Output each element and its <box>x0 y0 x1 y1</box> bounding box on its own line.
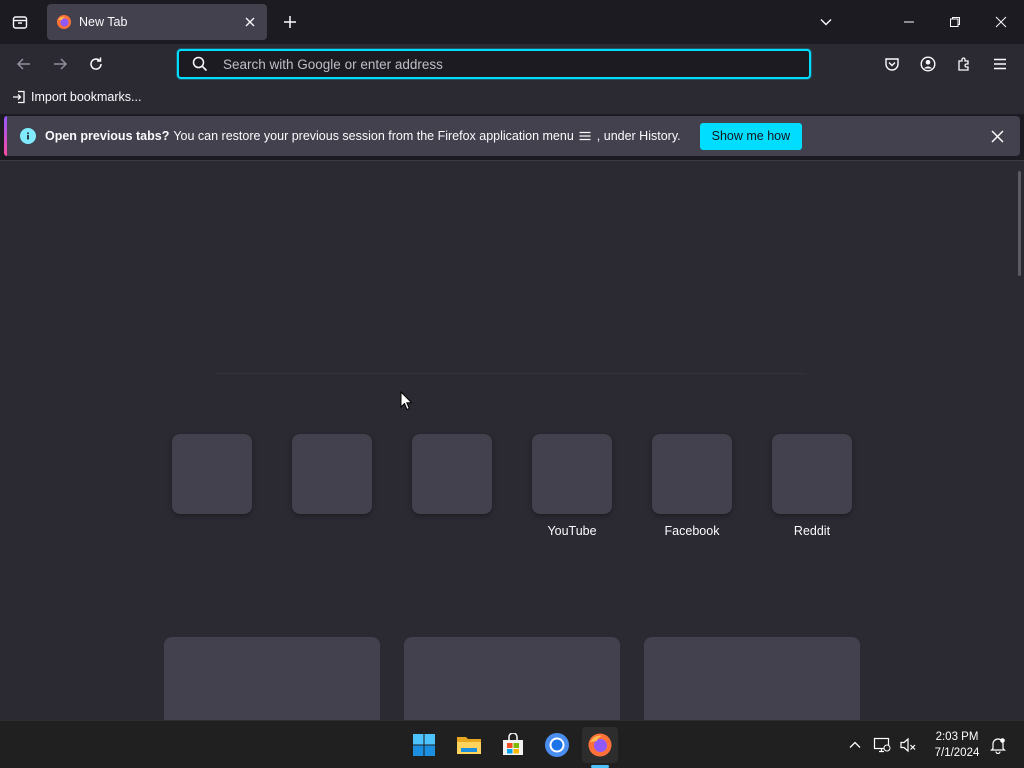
arrow-left-icon <box>16 58 30 70</box>
top-site-tile[interactable] <box>412 434 492 514</box>
tab-new-tab[interactable]: New Tab <box>47 4 267 40</box>
arrow-right-icon <box>54 58 68 70</box>
top-site-facebook[interactable]: Facebook <box>652 434 732 540</box>
pocket-icon <box>885 58 899 71</box>
top-site-1[interactable] <box>172 434 252 540</box>
chevron-up-icon <box>849 741 861 748</box>
top-site-label: Reddit <box>793 524 831 538</box>
start-button[interactable] <box>406 727 442 763</box>
top-site-label <box>172 524 252 540</box>
top-site-label: Facebook <box>664 524 720 538</box>
import-bookmarks-label: Import bookmarks... <box>31 90 142 104</box>
bookmarks-toolbar: Import bookmarks... <box>0 84 1024 114</box>
firefox-view-button[interactable] <box>6 8 34 36</box>
notification-title: Open previous tabs? <box>45 129 170 143</box>
notification-accent <box>4 116 7 156</box>
forward-button[interactable] <box>46 50 74 78</box>
top-site-tile[interactable] <box>652 434 732 514</box>
new-tab-button[interactable] <box>279 11 301 33</box>
reload-button[interactable] <box>82 50 110 78</box>
top-site-label <box>412 524 492 540</box>
account-icon <box>920 56 936 72</box>
info-icon <box>20 128 36 144</box>
reload-icon <box>90 57 102 70</box>
top-site-label <box>292 524 372 540</box>
top-site-3[interactable] <box>412 434 492 540</box>
top-site-tile[interactable] <box>172 434 252 514</box>
top-site-tile[interactable] <box>292 434 372 514</box>
chrome-button[interactable] <box>539 727 575 763</box>
story-card[interactable] <box>644 637 860 720</box>
puzzle-icon <box>958 57 969 71</box>
import-icon <box>13 90 25 104</box>
account-button[interactable] <box>914 50 942 78</box>
notifications-button[interactable] <box>988 735 1008 755</box>
import-bookmarks-button[interactable]: Import bookmarks... <box>12 90 141 104</box>
start-icon <box>413 734 435 756</box>
restore-icon <box>950 17 960 27</box>
clock-date: 7/1/2024 <box>934 747 980 759</box>
list-all-tabs-button[interactable] <box>812 8 840 36</box>
search-area-divider <box>216 373 806 374</box>
address-input[interactable] <box>223 56 783 72</box>
page-scrollbar[interactable] <box>1018 171 1021 276</box>
firefox-icon <box>57 15 71 29</box>
network-button[interactable] <box>872 735 892 755</box>
tab-close-button[interactable] <box>241 13 259 31</box>
file-explorer-icon <box>457 737 481 754</box>
close-icon <box>245 17 255 27</box>
close-icon <box>990 129 1004 143</box>
notification-text-end: , under History. <box>596 129 681 143</box>
volume-button[interactable] <box>898 735 918 755</box>
file-explorer-button[interactable] <box>451 727 487 763</box>
show-me-how-button[interactable]: Show me how <box>699 122 803 150</box>
top-site-tile[interactable] <box>532 434 612 514</box>
restore-button[interactable] <box>941 8 969 36</box>
notification-text: You can restore your previous session fr… <box>173 129 574 143</box>
clock-time: 2:03 PM <box>935 731 979 743</box>
story-card[interactable] <box>404 637 620 720</box>
top-site-reddit[interactable]: Reddit <box>772 434 852 540</box>
system-clock[interactable]: 2:03 PM 7/1/2024 <box>926 729 988 761</box>
top-site-label: YouTube <box>547 524 597 538</box>
show-hidden-icons-button[interactable] <box>845 735 865 755</box>
search-icon <box>191 55 209 73</box>
url-bar[interactable] <box>177 49 811 79</box>
firefox-icon <box>588 733 612 757</box>
new-tab-page: YouTube Facebook Reddit <box>0 160 1024 720</box>
pocket-button[interactable] <box>878 50 906 78</box>
microsoft-store-button[interactable] <box>495 727 531 763</box>
mouse-cursor-icon <box>400 391 413 411</box>
notification-close-button[interactable] <box>988 127 1006 145</box>
close-window-button[interactable] <box>987 8 1015 36</box>
extensions-button[interactable] <box>950 50 978 78</box>
firefox-view-icon <box>12 16 28 29</box>
navigation-toolbar <box>0 44 1024 84</box>
hamburger-menu-icon <box>579 130 591 142</box>
restore-session-notification: Open previous tabs? You can restore your… <box>4 116 1020 156</box>
story-card[interactable] <box>164 637 380 720</box>
taskbar: 2:03 PM 7/1/2024 <box>0 720 1024 768</box>
back-button[interactable] <box>10 50 38 78</box>
minimize-button[interactable] <box>895 8 923 36</box>
tab-title: New Tab <box>79 15 128 29</box>
notification-message: Open previous tabs? You can restore your… <box>45 129 681 143</box>
hamburger-menu-icon <box>994 58 1006 70</box>
tab-strip: New Tab <box>0 0 1024 44</box>
top-site-2[interactable] <box>292 434 372 540</box>
top-site-tile[interactable] <box>772 434 852 514</box>
firefox-taskbar-button[interactable] <box>582 727 618 763</box>
chevron-down-icon <box>820 19 832 26</box>
notification-bell-icon <box>990 738 1006 754</box>
network-icon <box>873 737 891 753</box>
volume-muted-icon <box>900 737 916 753</box>
app-menu-button[interactable] <box>986 50 1014 78</box>
microsoft-store-icon <box>503 733 523 755</box>
minimize-icon <box>904 21 914 23</box>
plus-icon <box>284 16 296 28</box>
top-site-youtube[interactable]: YouTube <box>532 434 612 540</box>
close-icon <box>995 16 1007 28</box>
chrome-icon <box>545 733 569 757</box>
